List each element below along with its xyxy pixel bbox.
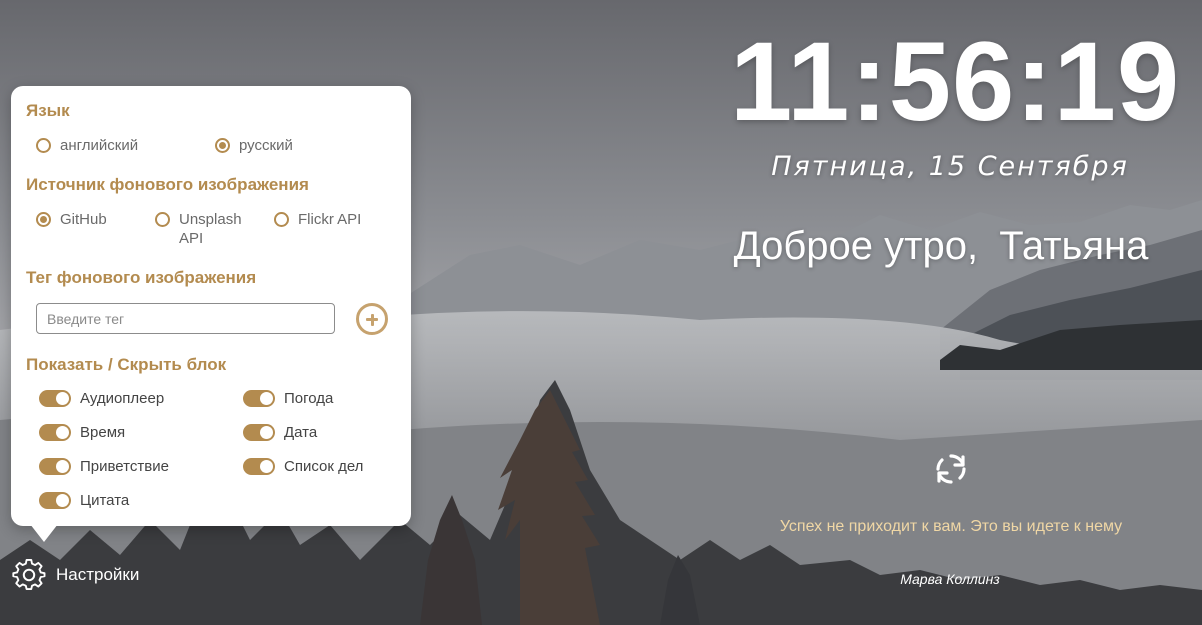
source-flickr-radio[interactable] bbox=[274, 212, 289, 227]
language-option-label: русский bbox=[239, 137, 293, 154]
settings-button[interactable]: Настройки bbox=[12, 558, 139, 592]
toggle-switch[interactable] bbox=[39, 458, 71, 475]
toggle-label: Список дел bbox=[284, 458, 364, 475]
toggle-switch[interactable] bbox=[39, 424, 71, 441]
greeting-name[interactable]: Татьяна bbox=[999, 220, 1148, 272]
add-tag-button[interactable] bbox=[356, 303, 388, 335]
toggle-audioplayer[interactable]: Аудиоплеер bbox=[39, 390, 164, 407]
settings-label: Настройки bbox=[56, 565, 140, 584]
toggle-switch[interactable] bbox=[243, 390, 275, 407]
background-source-section-title: Источник фонового изображения bbox=[26, 175, 309, 194]
toggle-switch[interactable] bbox=[39, 492, 71, 509]
language-option-russian[interactable]: русский bbox=[215, 136, 293, 155]
source-option-label: GitHub bbox=[60, 211, 107, 228]
refresh-icon bbox=[936, 454, 966, 484]
language-section-title: Язык bbox=[26, 101, 70, 120]
source-option-label: Flickr API bbox=[298, 211, 362, 228]
toggle-label: Время bbox=[80, 424, 126, 441]
toggle-switch[interactable] bbox=[39, 390, 71, 407]
toggle-todo-list[interactable]: Список дел bbox=[243, 458, 363, 475]
toggle-date[interactable]: Дата bbox=[243, 424, 317, 441]
background-tag-section-title: Тег фонового изображения bbox=[26, 268, 257, 287]
language-option-label: английский bbox=[60, 137, 139, 154]
refresh-quote-button[interactable] bbox=[932, 450, 970, 488]
toggle-label: Аудиоплеер bbox=[80, 390, 165, 407]
quote-author: Марва Коллинз bbox=[900, 571, 1000, 587]
toggle-label: Приветствие bbox=[80, 458, 169, 475]
language-english-radio[interactable] bbox=[36, 138, 51, 153]
gear-icon bbox=[12, 558, 46, 590]
source-option-label: Unsplash API bbox=[179, 211, 242, 247]
blocks-section-title: Показать / Скрыть блок bbox=[26, 355, 227, 374]
language-option-english[interactable]: английский bbox=[36, 136, 138, 155]
toggle-label: Цитата bbox=[80, 492, 130, 509]
settings-panel-pointer bbox=[30, 524, 58, 542]
toggle-weather[interactable]: Погода bbox=[243, 390, 333, 407]
date-text: Пятница, 15 Сентября bbox=[771, 151, 1129, 182]
greeting: Доброе утро, Татьяна bbox=[680, 220, 1202, 272]
source-github-radio[interactable] bbox=[36, 212, 51, 227]
background-tag-input[interactable] bbox=[36, 303, 335, 334]
toggle-greeting[interactable]: Приветствие bbox=[39, 458, 169, 475]
greeting-text: Доброе утро, bbox=[733, 224, 979, 268]
language-russian-radio[interactable] bbox=[215, 138, 230, 153]
toggle-switch[interactable] bbox=[243, 424, 275, 441]
toggle-label: Дата bbox=[284, 424, 318, 441]
toggle-label: Погода bbox=[284, 390, 334, 407]
source-option-github[interactable]: GitHub bbox=[36, 210, 107, 229]
toggle-switch[interactable] bbox=[243, 458, 275, 475]
source-unsplash-radio[interactable] bbox=[155, 212, 170, 227]
toggle-time[interactable]: Время bbox=[39, 424, 125, 441]
source-option-flickr[interactable]: Flickr API bbox=[274, 210, 361, 229]
toggle-quote[interactable]: Цитата bbox=[39, 492, 129, 509]
clock-time: 11:56:19 bbox=[730, 19, 1181, 144]
source-option-unsplash[interactable]: Unsplash API bbox=[155, 210, 265, 248]
quote-text: Успех не приходит к вам. Это вы идете к … bbox=[779, 518, 1123, 535]
